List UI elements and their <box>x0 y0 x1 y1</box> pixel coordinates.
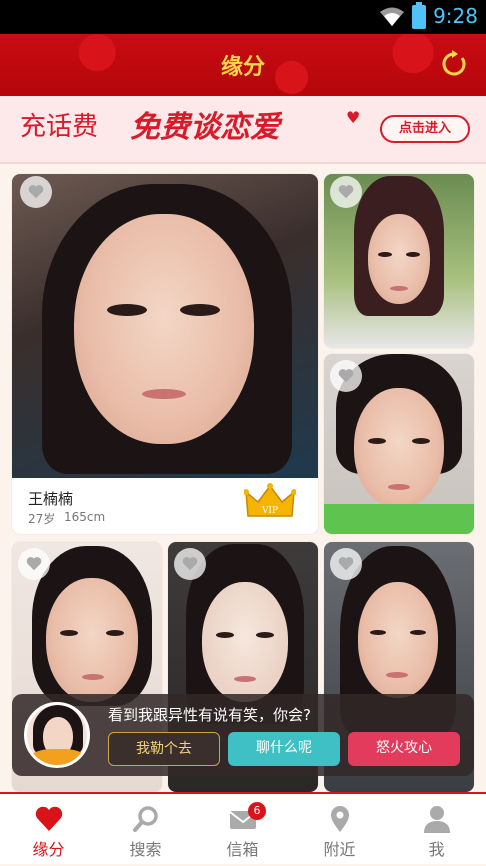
person-icon <box>423 806 450 833</box>
nav-label: 搜索 <box>129 840 162 859</box>
bottom-nav: 缘分 搜索 6 信箱 附近 我 <box>0 792 486 864</box>
like-icon[interactable] <box>330 176 362 208</box>
search-icon <box>132 806 158 832</box>
like-icon[interactable] <box>330 548 362 580</box>
profile-height: 165cm <box>64 510 106 524</box>
profile-card[interactable] <box>324 354 474 534</box>
nav-label: 附近 <box>323 840 356 859</box>
nav-label: 缘分 <box>32 840 65 859</box>
heart-icon: ♥ <box>346 108 361 127</box>
nav-item-nearby[interactable]: 附近 <box>291 794 388 866</box>
unread-badge: 6 <box>248 802 266 820</box>
location-pin-icon <box>330 806 349 832</box>
profile-card-featured[interactable]: 王楠楠 27岁 165cm VIP <box>12 174 318 534</box>
like-icon[interactable] <box>18 548 50 580</box>
profile-name: 王楠楠 <box>28 490 74 508</box>
like-icon[interactable] <box>330 360 362 392</box>
banner-slogan: 免费谈恋爱 <box>130 110 280 145</box>
like-icon[interactable] <box>20 176 52 208</box>
question-popup: 看到我跟异性有说有笑，你会? 我勒个去 聊什么呢 怒火攻心 <box>12 694 474 776</box>
status-bar: 9:28 <box>0 0 486 34</box>
battery-icon <box>412 2 426 29</box>
heart-icon <box>35 806 62 831</box>
profile-photo <box>12 174 318 478</box>
nav-item-fate[interactable]: 缘分 <box>0 794 97 866</box>
enter-button[interactable]: 点击进入 <box>380 115 470 143</box>
nav-label: 我 <box>428 840 445 859</box>
nav-item-me[interactable]: 我 <box>388 794 485 866</box>
profile-card[interactable] <box>324 174 474 348</box>
vip-crown-icon: VIP <box>244 483 296 517</box>
nav-label: 信箱 <box>226 840 259 859</box>
option-button-1[interactable]: 我勒个去 <box>108 732 220 766</box>
svg-text:VIP: VIP <box>261 506 278 516</box>
clock: 9:28 <box>433 4 478 28</box>
app-header: 缘分 <box>0 34 486 96</box>
refresh-icon[interactable] <box>440 50 468 78</box>
avatar <box>24 702 90 768</box>
option-button-2[interactable]: 聊什么呢 <box>228 732 340 766</box>
like-icon[interactable] <box>174 548 206 580</box>
page-title: 缘分 <box>220 55 265 80</box>
nav-item-mailbox[interactable]: 6 信箱 <box>194 794 291 866</box>
promo-banner[interactable]: 充话费 免费谈恋爱 ♥ 点击进入 <box>0 96 486 164</box>
nav-item-search[interactable]: 搜索 <box>97 794 194 866</box>
prompt-question: 看到我跟异性有说有笑，你会? <box>108 706 311 724</box>
wifi-icon <box>380 7 404 26</box>
profile-age: 27岁 <box>28 512 56 526</box>
banner-prefix: 充话费 <box>20 112 99 142</box>
option-button-3[interactable]: 怒火攻心 <box>348 732 460 766</box>
